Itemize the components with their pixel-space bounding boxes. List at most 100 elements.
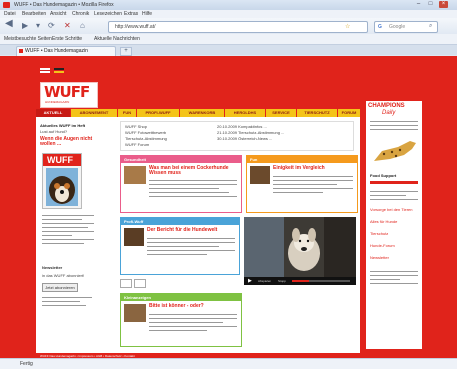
dog-thumbnail-icon[interactable] [124,228,144,246]
flag-germany-icon[interactable] [54,68,64,73]
tab-label: WUFF • Das Hundemagazin [25,48,88,54]
new-tab-button[interactable]: + [120,47,132,56]
news-link-forum[interactable]: WUFF Forum [125,142,149,147]
nav-profi-wuff[interactable]: PROFI-WUFF [137,109,179,117]
reload-icon[interactable]: ⟳ [48,22,55,30]
box-gesundheit-headline[interactable]: Was man bei einem Cockerhunde Wissen mus… [149,166,237,176]
nav-heroldhs[interactable]: HEROLDHS [225,109,265,117]
video-player[interactable]: ▶ Abspielen Stopp [244,217,356,285]
news-link-photo[interactable]: WUFF Fotowettbewerb [125,130,166,135]
box-profi-wuff: Profi-Wuff Der Bericht für die Hundewelt [120,217,240,275]
forward-icon[interactable]: ▶ [22,22,28,30]
minimize-icon[interactable]: – [414,1,423,8]
champions-link-3[interactable]: Tierschutz [370,231,420,236]
box-gesundheit: Gesundheit Was man bei einem Cockerhunde… [120,155,242,213]
champions-copy [370,191,418,203]
back-icon[interactable]: ◀ [5,19,13,29]
maximize-icon[interactable]: □ [426,1,435,8]
champions-link-5[interactable]: Newsletter [370,255,420,260]
box-kleinanzeigen-title: Kleinanzeigen [121,294,241,301]
bookmark-latest-news[interactable]: Aktuelle Nachrichten [94,36,140,42]
search-icon[interactable]: ⌕ [429,23,432,30]
news-link-shop[interactable]: WUFF Shop [125,124,147,129]
champions-ad[interactable]: CHAMPIONS Daily Food Support Vorsorge be… [366,101,422,349]
video-stop-label[interactable]: Stopp [278,279,286,283]
status-bar: Fertig [0,358,457,369]
nav-aktuell[interactable]: AKTUELL [36,109,70,117]
nav-fun[interactable]: FUN [118,109,136,117]
box-fun: Fun Einigkeit im Vergleich [246,155,358,213]
newsletter-text: in das WUFF abonniert! [42,273,85,278]
champions-title: CHAMPIONS [368,103,405,109]
champions-link-4[interactable]: Hunde-Forum [370,243,420,248]
pager-next-icon[interactable] [134,279,146,288]
nav-forum[interactable]: FORUM [338,109,360,117]
nav-warenkorb[interactable]: WARENKORB [180,109,224,117]
search-engine-icon[interactable]: G [378,24,382,30]
address-bar[interactable]: http://www.wuff.at/ ☆ [108,21,368,33]
status-text: Fertig [20,361,33,367]
champions-link-2[interactable]: Alles für Hunde [370,219,420,224]
wuff-logo[interactable]: WUFF HUNDEMAGAZIN [40,82,98,108]
stop-icon[interactable]: ✕ [64,22,71,30]
play-icon[interactable]: ▶ [248,278,252,284]
dog-thumbnail-icon[interactable] [250,166,270,184]
newsletter-heading: Newsletter [42,265,63,270]
box-kleinanzeigen-headline[interactable]: Bitte ist könner - oder? [149,304,237,309]
box-gesundheit-text [149,180,237,200]
sidebar-text-lines [42,297,92,309]
address-url: http://www.wuff.at/ [115,24,156,30]
cover-title: WUFF [47,155,73,165]
menu-item-history[interactable]: Chronik [72,11,89,17]
close-icon[interactable]: × [439,1,448,8]
champions-link-1[interactable]: Vorsorge bei den Tieren [370,207,420,212]
promo-headline[interactable]: Wenn die Augen nicht wollen ... [40,137,96,147]
nav-service[interactable]: SERVICE [266,109,296,117]
bookmark-most-visited[interactable]: Meistbesuchte Seiten [4,36,52,42]
intro-title: Aktuelles WUFF im Heft [40,123,86,128]
menu-item-file[interactable]: Datei [4,11,16,17]
bookmark-star-icon[interactable]: ☆ [345,23,350,30]
intro-subtitle: Lust auf Hund? [40,129,68,134]
menu-item-help[interactable]: Hilfe [142,11,152,17]
menu-item-tools[interactable]: Extras [124,11,138,17]
box-fun-headline[interactable]: Einigkeit im Vergleich [273,166,353,171]
nav-abonnement[interactable]: ABONNEMENT [71,109,117,117]
tab-wuff[interactable]: WUFF • Das Hundemagazin [16,46,116,56]
menu-bar: Datei Bearbeiten Ansicht Chronik Lesezei… [0,10,457,18]
champions-text [370,121,418,133]
champions-more-lines [370,271,418,287]
search-placeholder: Google [389,24,406,30]
menu-item-edit[interactable]: Bearbeiten [22,11,46,17]
news-date-2[interactable]: 21.10.2009 Tierschutz-Abstimmung ... [217,130,284,135]
newsletter-button[interactable]: Jetzt abonnieren [42,283,78,292]
news-link-vote[interactable]: Tierschutz-Abstimmung [125,136,167,141]
menu-item-bookmarks[interactable]: Lesezeichen [94,11,122,17]
menu-item-view[interactable]: Ansicht [50,11,66,17]
box-fun-title: Fun [247,156,357,163]
bookmark-getting-started[interactable]: Erste Schritte [52,36,82,42]
flag-austria-icon[interactable] [40,68,50,73]
page-viewport: WUFF HUNDEMAGAZIN AKTUELL ABONNEMENT FUN… [0,56,457,358]
pager-prev-icon[interactable] [120,279,132,288]
box-profi-headline[interactable]: Der Bericht für die Hundewelt [147,228,235,233]
search-input[interactable]: G Google ⌕ [374,21,438,33]
dog-thumbnail-icon[interactable] [124,304,146,322]
window-titlebar: WUFF • Das Hundemagazin • Mozilla Firefo… [0,0,457,10]
nav-tierschutz[interactable]: TIERSCHUTZ [297,109,337,117]
video-progress-bar[interactable] [292,280,350,282]
promo-text-lines [42,215,94,247]
window-title: WUFF • Das Hundemagazin • Mozilla Firefo… [14,2,114,8]
news-date-3[interactable]: 30.10.2009 Österreich-News ... [217,136,272,141]
video-dog-frame [244,217,356,277]
video-play-label[interactable]: Abspielen [258,279,271,283]
home-icon[interactable]: ⌂ [80,22,85,30]
magazine-cover[interactable]: WUFF [42,153,82,209]
news-panel: WUFF Shop WUFF Fotowettbewerb Tierschutz… [120,121,354,151]
dog-thumbnail-icon[interactable] [124,166,146,184]
news-date-1[interactable]: 20.10.2009 Kompaktinfos ... [217,124,267,129]
favicon-icon [19,49,23,53]
box-kleinanzeigen: Kleinanzeigen Bitte ist könner - oder? [120,293,242,347]
box-profi-title: Profi-Wuff [121,218,239,225]
dropdown-history-icon[interactable]: ▾ [36,22,40,30]
